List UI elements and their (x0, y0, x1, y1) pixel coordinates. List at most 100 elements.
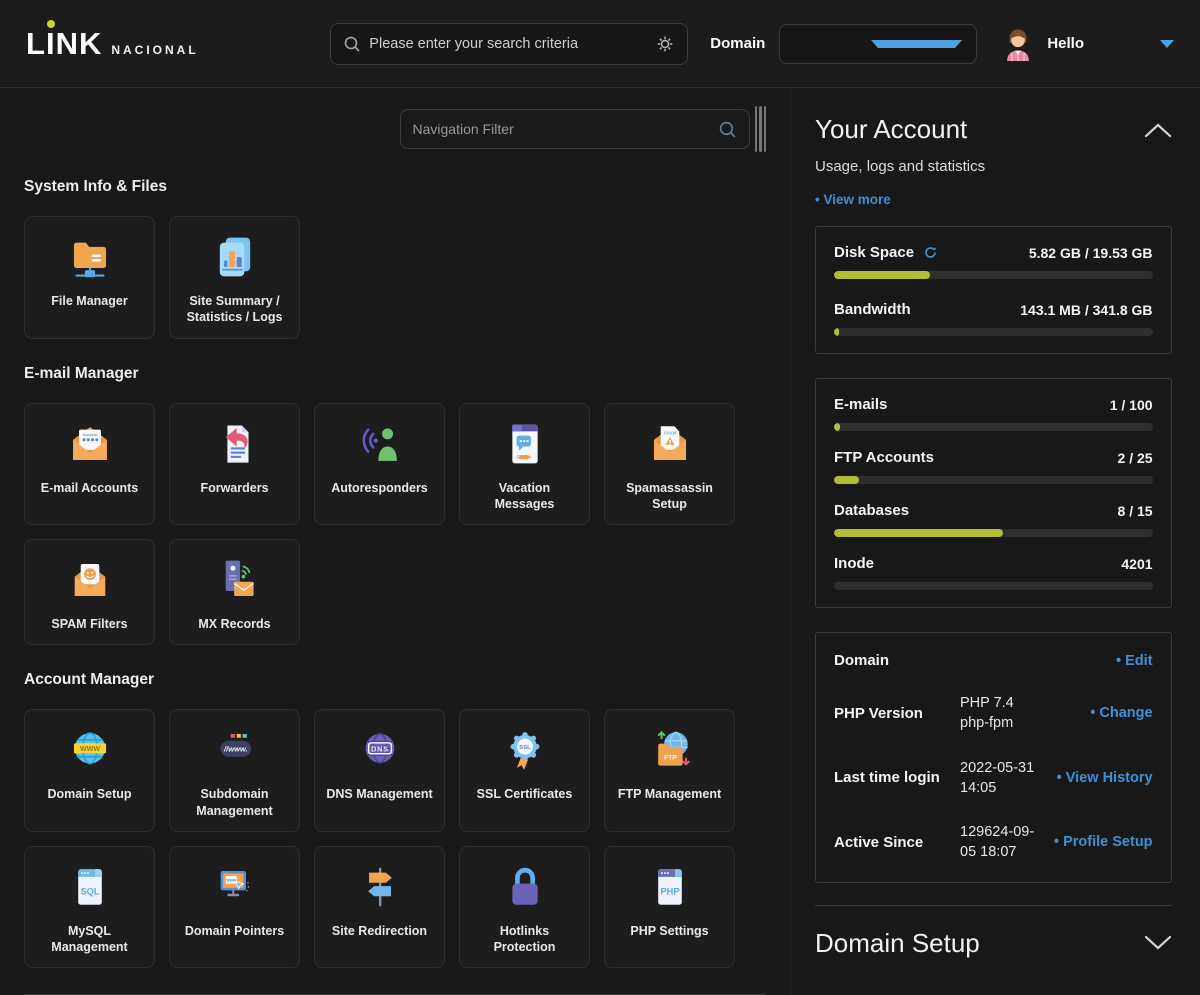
chevron-down-icon (871, 40, 962, 48)
autoresponders-icon (353, 417, 407, 471)
file-manager-icon (63, 230, 117, 284)
tile-label: E-mail Accounts (41, 480, 138, 496)
tile-mysql-management[interactable]: SQL MySQL Management (24, 846, 155, 969)
info-label: Last time login (834, 769, 952, 786)
hotlinks-protection-icon (498, 860, 552, 914)
user-menu-chevron-icon[interactable] (1160, 40, 1174, 48)
your-account-header[interactable]: Your Account (815, 114, 1172, 145)
nav-scrollbar[interactable] (755, 106, 767, 152)
tile-ssl-certificates[interactable]: SSL SSL Certificates (459, 709, 590, 832)
tile-site-redirection[interactable]: Site Redirection (314, 846, 445, 969)
tile-file-manager[interactable]: File Manager (24, 216, 155, 339)
svg-text:SSL: SSL (519, 745, 531, 751)
brand-logo[interactable]: LINK NACIONAL (26, 26, 199, 62)
tile-forwarders[interactable]: Forwarders (169, 403, 300, 526)
panel-title: Your Account (815, 114, 967, 145)
tile-label: PHP Settings (630, 923, 708, 939)
dns-icon: DNS (353, 723, 407, 777)
info-label: PHP Version (834, 705, 952, 722)
site-redirection-icon (353, 860, 407, 914)
info-link[interactable]: • Edit (1116, 653, 1153, 669)
domain-select[interactable] (779, 24, 977, 64)
tile-hotlinks-protection[interactable]: Hotlinks Protection (459, 846, 590, 969)
tile-domain-pointers[interactable]: www Domain Pointers (169, 846, 300, 969)
usage-stat-row: Disk Space 5.82 GB / 19.53 GB (834, 244, 1153, 279)
chevron-up-icon[interactable] (1144, 122, 1172, 138)
info-row: Last time login 2022-05-31 14:05 • View … (834, 758, 1153, 799)
svg-text:WWW: WWW (79, 745, 100, 753)
tile-label: Domain Setup (47, 786, 131, 802)
svg-text://www.: //www. (222, 745, 247, 754)
svg-text:SQL: SQL (80, 886, 99, 896)
progress-bar (834, 529, 1153, 537)
info-value: PHP 7.4 php-fpm (960, 693, 1046, 734)
tile-site-summary[interactable]: Site Summary / Statistics / Logs (169, 216, 300, 339)
gear-icon[interactable] (655, 34, 675, 54)
view-more-link[interactable]: • View more (815, 192, 891, 207)
tile-mx-records[interactable]: MX Records (169, 539, 300, 645)
chevron-down-icon[interactable] (1144, 935, 1172, 951)
stat-label: FTP Accounts (834, 449, 934, 466)
stat-value: 4201 (1121, 556, 1152, 572)
tile-ftp-management[interactable]: FTP FTP Management (604, 709, 735, 832)
tile-subdomain-management[interactable]: //www. Subdomain Management (169, 709, 300, 832)
refresh-icon[interactable] (923, 245, 938, 260)
spamassassin-icon: SPAM (643, 417, 697, 471)
tile-spam-filters[interactable]: SPAM Filters (24, 539, 155, 645)
spam-filters-icon (63, 553, 117, 607)
progress-fill (834, 529, 1003, 537)
system-tiles: File Manager Site Summary / Statistics /… (24, 216, 766, 339)
progress-fill (834, 271, 930, 279)
user-menu[interactable]: Hello (1003, 27, 1084, 61)
account-tiles: WWW Domain Setup //www. Subdomain Manage… (24, 709, 766, 968)
search-input[interactable] (369, 36, 647, 52)
tile-label: Forwarders (200, 480, 268, 496)
info-link[interactable]: • Change (1090, 705, 1152, 721)
svg-text:FTP: FTP (664, 755, 677, 762)
progress-bar (834, 328, 1153, 336)
account-panel: Your Account Usage, logs and statistics … (790, 88, 1200, 995)
navigation-filter-input[interactable] (413, 121, 718, 137)
tile-autoresponders[interactable]: Autoresponders (314, 403, 445, 526)
usage-stat-row: E-mails 1 / 100 (834, 396, 1153, 431)
greeting-label: Hello (1047, 35, 1084, 52)
usage-card: Disk Space 5.82 GB / 19.53 GB Bandwidth … (815, 226, 1172, 354)
tile-label: MySQL Management (33, 923, 146, 956)
tile-label: DNS Management (326, 786, 432, 802)
tile-spamassassin-setup[interactable]: SPAM Spamassassin Setup (604, 403, 735, 526)
info-link[interactable]: • View History (1057, 770, 1153, 786)
mx-records-icon (208, 553, 262, 607)
tile-domain-setup[interactable]: WWW Domain Setup (24, 709, 155, 832)
info-label: Domain (834, 652, 952, 669)
domain-setup-icon: WWW (63, 723, 117, 777)
stat-value: 2 / 25 (1118, 450, 1153, 466)
progress-fill (834, 328, 839, 336)
stat-label: Disk Space (834, 244, 914, 261)
logo-text: LINK (26, 26, 102, 62)
top-header: LINK NACIONAL Domain (0, 0, 1200, 88)
section-title-system: System Info & Files (24, 178, 766, 196)
stat-value: 8 / 15 (1118, 503, 1153, 519)
tile-label: Vacation Messages (468, 480, 581, 513)
info-value: 129624-09-05 18:07 (960, 822, 1046, 863)
domain-setup-header[interactable]: Domain Setup (815, 928, 1172, 959)
global-search[interactable] (330, 23, 688, 65)
tile-dns-management[interactable]: DNS DNS Management (314, 709, 445, 832)
subdomain-icon: //www. (208, 723, 262, 777)
tile-vacation-messages[interactable]: Vacation Messages (459, 403, 590, 526)
logo-suffix: NACIONAL (111, 43, 198, 57)
tile-label: SSL Certificates (477, 786, 573, 802)
tile-label: Site Summary / Statistics / Logs (178, 293, 291, 326)
progress-bar (834, 271, 1153, 279)
email-tiles: E-mail Accounts Forwarders (24, 403, 766, 646)
info-value: 2022-05-31 14:05 (960, 758, 1046, 799)
info-row: PHP Version PHP 7.4 php-fpm • Change (834, 693, 1153, 734)
info-link[interactable]: • Profile Setup (1054, 834, 1153, 850)
quotas-card: E-mails 1 / 100 FTP Accounts 2 / 25 Data… (815, 378, 1172, 608)
tile-email-accounts[interactable]: E-mail Accounts (24, 403, 155, 526)
directadmin-dashboard: LINK NACIONAL Domain (0, 0, 1200, 995)
navigation-filter[interactable] (400, 109, 750, 149)
tile-php-settings[interactable]: PHP PHP Settings (604, 846, 735, 969)
usage-stat-row: FTP Accounts 2 / 25 (834, 449, 1153, 484)
stat-label: Bandwidth (834, 301, 911, 318)
